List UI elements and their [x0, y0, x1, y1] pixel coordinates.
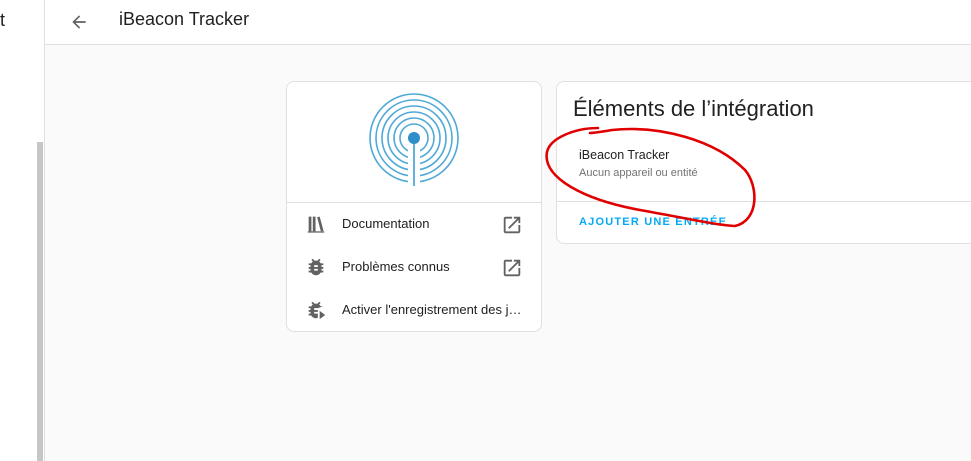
bug-icon — [308, 258, 324, 276]
enable-debug-logging-label: Activer l'enregistrement des jo... — [342, 302, 522, 317]
known-issues-link[interactable]: Problèmes connus — [287, 246, 541, 289]
add-entry-button[interactable]: AJOUTER UNE ENTRÉE — [579, 216, 727, 228]
documentation-link[interactable]: Documentation — [287, 203, 541, 246]
entries-card-title: Éléments de l’intégration — [573, 96, 814, 121]
sidebar-title: t — [0, 10, 6, 30]
page-title: iBeacon Tracker — [119, 9, 250, 29]
known-issues-label: Problèmes connus — [342, 259, 450, 274]
integration-entries-card: Éléments de l’intégration iBeacon Tracke… — [556, 81, 971, 244]
divider — [557, 201, 971, 202]
open-in-new-icon[interactable] — [501, 214, 523, 236]
documentation-label: Documentation — [342, 216, 430, 231]
enable-debug-logging-link[interactable]: Activer l'enregistrement des jo... — [287, 289, 541, 331]
config-entry-subtitle: Aucun appareil ou entité — [579, 167, 698, 179]
sidebar-scrollbar[interactable] — [37, 142, 43, 461]
arrow-left-icon — [72, 15, 86, 29]
config-entry-item[interactable]: iBeacon Tracker Aucun appareil ou entité — [557, 140, 971, 200]
ibeacon-logo-icon — [369, 93, 459, 188]
top-bar: iBeacon Tracker — [45, 0, 971, 45]
back-button[interactable] — [67, 10, 91, 34]
bug-play-icon — [308, 301, 326, 320]
integration-info-card: Documentation Problèmes connus Activer l… — [286, 81, 542, 332]
sidebar: t — [0, 0, 45, 461]
open-in-new-icon[interactable] — [501, 257, 523, 279]
logo-area — [287, 82, 541, 203]
book-shelf-icon — [307, 216, 325, 233]
config-entry-name: iBeacon Tracker — [579, 148, 670, 162]
